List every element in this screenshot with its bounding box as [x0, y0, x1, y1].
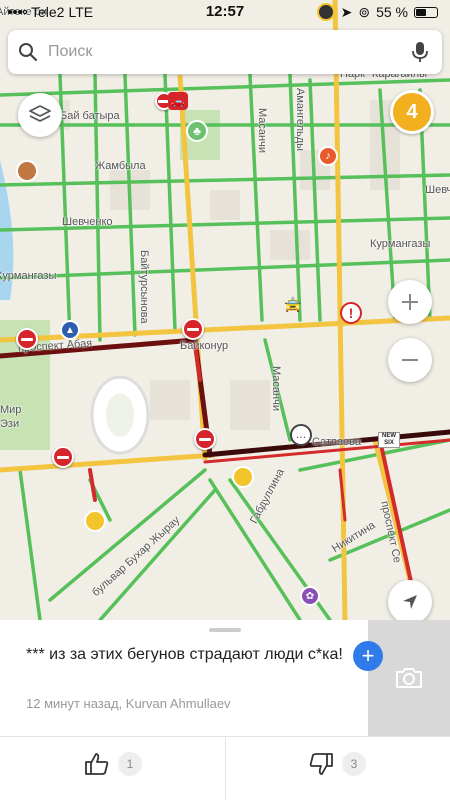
poi-marker-icon: ✿ [300, 586, 320, 606]
accident-icon[interactable]: 🚗 [168, 92, 188, 110]
navigation-arrow-icon [403, 595, 417, 609]
warning-icon[interactable]: ! [340, 302, 362, 324]
street-label-kurmangazy-right: Курмангазы [370, 238, 431, 250]
new-six-label: NEW SIX [378, 432, 400, 448]
road-closed-marker[interactable] [194, 428, 216, 450]
street-label-shevchenko-right: Шевч [425, 184, 450, 196]
street-label-zhambyla: Жамбыла [95, 160, 146, 172]
street-label-amangeldy: Амангельды [294, 88, 306, 152]
camera-marker-icon[interactable]: ▲ [60, 320, 80, 340]
user-avatar-marker[interactable] [84, 510, 106, 532]
layers-icon [29, 105, 51, 122]
park-tree-icon: ♣ [186, 120, 208, 142]
divider [225, 737, 226, 800]
location-arrow-icon: ➤ [340, 3, 353, 20]
thumbs-up-icon [85, 753, 109, 775]
status-bar: Tele2 LTE 12:57 ➤ ⊚ 55 % [0, 0, 450, 24]
street-label-bay-batyra: Бай батыра [60, 110, 120, 122]
street-label-kurmangazy: Курмангазы [0, 270, 57, 282]
road-closed-marker[interactable] [16, 328, 38, 350]
street-label-baikonur: Байконур [180, 340, 229, 352]
thumbs-down-icon [309, 753, 333, 775]
add-comment-button[interactable]: + [353, 641, 383, 671]
street-label-satpaeva: Сатпаева [312, 436, 362, 448]
avatar [316, 3, 335, 21]
zoom-in-button[interactable] [388, 280, 432, 324]
taxi-icon: 🚖 [284, 296, 302, 312]
battery-fill [416, 8, 426, 16]
drag-handle[interactable] [209, 628, 241, 632]
my-location-button[interactable] [388, 580, 432, 620]
event-card: *** из за этих бегунов страдают люди с*к… [0, 620, 450, 800]
cluster-count-badge[interactable]: 4 [390, 90, 434, 134]
street-label-baitursynova: Байтурсынова [138, 250, 150, 324]
microphone-icon[interactable] [398, 41, 442, 63]
dislike-count: 3 [342, 752, 366, 776]
comment-text: *** из за этих бегунов страдают люди с*к… [26, 646, 343, 663]
place-label-mir: Мир [0, 404, 22, 416]
search-icon [8, 42, 48, 62]
road-closed-marker[interactable] [52, 446, 74, 468]
place-label-mir2: Эзи [0, 418, 20, 430]
dislike-button[interactable]: 3 [308, 752, 366, 776]
camera-icon [396, 668, 422, 688]
music-venue-icon: ♪ [318, 146, 338, 166]
lock-rotation-icon: ⊚ [358, 3, 371, 20]
zoom-out-button[interactable] [388, 338, 432, 382]
comment-meta: 12 минут назад, Kurvan Ahmullaev [26, 696, 231, 711]
map-view[interactable]: Айтеке би Парк "Карагайлы" Бай батыра Жа… [0, 0, 450, 620]
plus-icon [402, 294, 418, 310]
search-input[interactable]: Поиск [48, 43, 398, 61]
street-label-shevchenko: Шевченко [62, 216, 113, 228]
add-photo-button[interactable] [368, 620, 450, 736]
user-avatar-marker[interactable] [16, 160, 38, 182]
comment-marker-icon[interactable]: … [290, 424, 312, 446]
layers-button[interactable] [18, 93, 62, 137]
street-label-masanchi-top: Масанчи [256, 108, 268, 153]
like-count: 1 [118, 752, 142, 776]
search-bar[interactable]: Поиск [8, 30, 442, 74]
battery-icon [414, 6, 438, 18]
road-closed-marker[interactable] [182, 318, 204, 340]
battery-percent: 55 % [376, 4, 408, 20]
street-label-masanchi-bottom: Масанчи [270, 366, 282, 411]
minus-icon [402, 359, 418, 361]
like-button[interactable]: 1 [84, 752, 142, 776]
user-avatar-marker[interactable] [232, 466, 254, 488]
